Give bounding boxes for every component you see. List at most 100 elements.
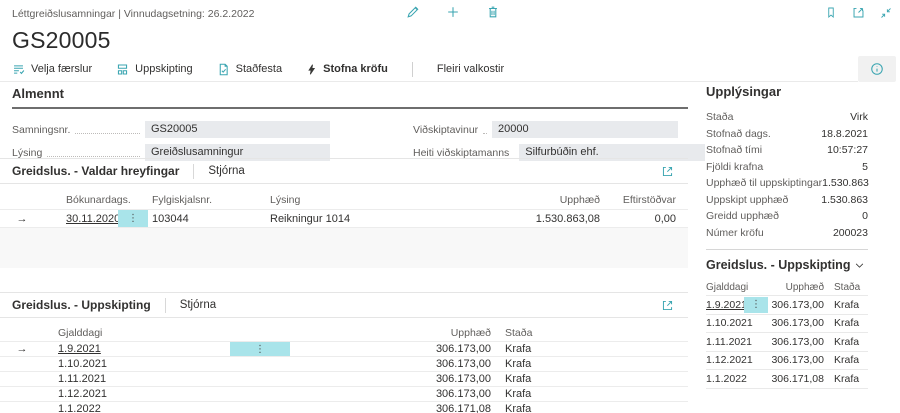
amount[interactable]: 306.173,00 bbox=[768, 299, 824, 311]
action-velja-faerslur[interactable]: Velja færslur bbox=[12, 63, 92, 76]
remaining-amount[interactable]: 0,00 bbox=[600, 213, 676, 225]
section-title[interactable]: Greidslus. - Valdar hreyfingar bbox=[12, 164, 179, 178]
document-no[interactable]: 103044 bbox=[148, 213, 270, 225]
general-fields: Samningsnr. GS20005 Lýsing Greiðslusamni… bbox=[12, 121, 688, 161]
section-general-heading[interactable]: Almennt bbox=[12, 86, 688, 109]
toolbar-divider bbox=[412, 62, 413, 77]
subtable-row[interactable]: 1.1.2022 306.171,08 Krafa bbox=[706, 370, 868, 389]
col-gjalddagi[interactable]: Gjalddagi bbox=[44, 327, 230, 339]
subtable-row[interactable]: 1.10.2021 306.173,00 Krafa bbox=[706, 315, 868, 334]
amount[interactable]: 306.173,00 bbox=[768, 336, 824, 348]
open-in-new-window-button[interactable] bbox=[852, 6, 865, 19]
split-icon bbox=[116, 63, 129, 76]
due-date-link[interactable]: 1.9.2021 bbox=[706, 299, 747, 311]
section-header: Greidslus. - Uppskipting Stjórna bbox=[0, 292, 688, 318]
posting-date-link[interactable]: 30.11.2020 bbox=[66, 213, 120, 225]
action-uppskipting[interactable]: Uppskipting bbox=[116, 63, 192, 76]
col-upphaed[interactable]: Upphæð bbox=[480, 194, 600, 206]
delete-button[interactable] bbox=[486, 5, 500, 19]
field-value-vidskiptavinur[interactable]: 20000 bbox=[492, 121, 678, 138]
due-date[interactable]: 1.12.2021 bbox=[706, 354, 744, 366]
amount[interactable]: 306.173,00 bbox=[290, 373, 491, 385]
field-value-samningsnr[interactable]: GS20005 bbox=[145, 121, 330, 138]
status[interactable]: Krafa bbox=[834, 336, 868, 348]
due-date[interactable]: 1.1.2022 bbox=[706, 373, 744, 385]
amount[interactable]: 1.530.863,08 bbox=[480, 213, 600, 225]
page-title: GS20005 bbox=[12, 27, 111, 54]
subtable-row[interactable]: 1.11.2021 306.173,00 Krafa bbox=[706, 333, 868, 352]
table-row[interactable]: 1.11.2021 306.173,00 Krafa bbox=[0, 372, 688, 387]
col-gjalddagi[interactable]: Gjalddagi bbox=[706, 282, 744, 293]
due-date-link[interactable]: 1.9.2021 bbox=[58, 343, 101, 355]
fact-fjoldi-krafna: Fjöldi krafna 5 bbox=[706, 159, 868, 176]
edit-button[interactable] bbox=[406, 5, 420, 19]
bookmark-icon bbox=[825, 6, 837, 19]
amount[interactable]: 306.173,00 bbox=[290, 358, 491, 370]
action-fleiri-valkostir[interactable]: Fleiri valkostir bbox=[437, 63, 504, 75]
due-date[interactable]: 1.12.2021 bbox=[44, 388, 230, 400]
status[interactable]: Krafa bbox=[505, 343, 676, 355]
due-date[interactable]: 1.11.2021 bbox=[44, 373, 230, 385]
amount[interactable]: 306.173,00 bbox=[290, 388, 491, 400]
focus-mode-button[interactable] bbox=[661, 299, 674, 312]
amount[interactable]: 306.173,00 bbox=[290, 343, 491, 355]
focus-mode-button[interactable] bbox=[661, 165, 674, 178]
col-fylgiskjalsnr[interactable]: Fylgiskjalsnr. bbox=[148, 194, 270, 206]
amount[interactable]: 306.173,00 bbox=[768, 354, 824, 366]
amount[interactable]: 306.173,00 bbox=[768, 317, 824, 329]
action-label: Stofna kröfu bbox=[323, 63, 388, 75]
section-title[interactable]: Greidslus. - Uppskipting bbox=[12, 298, 151, 312]
lightning-icon bbox=[306, 63, 317, 76]
status[interactable]: Krafa bbox=[505, 403, 676, 413]
row-menu-button[interactable]: ⋮ bbox=[118, 210, 148, 227]
resize-window-button[interactable] bbox=[880, 6, 892, 19]
amount[interactable]: 306.171,08 bbox=[768, 373, 824, 385]
col-eftirstodvar[interactable]: Eftirstöðvar bbox=[600, 194, 676, 206]
row-menu-button[interactable]: ⋮ bbox=[744, 297, 768, 313]
subtable-row[interactable]: 1.9.2021 ⋮ 306.173,00 Krafa bbox=[706, 296, 868, 315]
table-row[interactable]: 1.10.2021 306.173,00 Krafa bbox=[0, 357, 688, 372]
manage-button[interactable]: Stjórna bbox=[180, 299, 216, 311]
status[interactable]: Krafa bbox=[505, 388, 676, 400]
action-stofna-krofu[interactable]: Stofna kröfu bbox=[306, 63, 388, 76]
selected-row-arrow-icon: → bbox=[0, 213, 44, 225]
factbox-subtable-heading[interactable]: Greidslus. - Uppskipting bbox=[706, 258, 868, 272]
table-row[interactable]: 1.1.2022 306.171,08 Krafa bbox=[0, 402, 688, 413]
col-lysing[interactable]: Lýsing bbox=[270, 194, 480, 206]
action-label: Velja færslur bbox=[31, 63, 92, 75]
col-stada[interactable]: Staða bbox=[834, 282, 868, 293]
expand-icon bbox=[661, 165, 674, 178]
details-panel-button[interactable] bbox=[858, 56, 896, 82]
table-row[interactable]: → 1.9.2021 ⋮ 306.173,00 Krafa bbox=[0, 342, 688, 357]
status[interactable]: Krafa bbox=[834, 354, 868, 366]
fact-stada: Staða Virk bbox=[706, 109, 868, 126]
due-date[interactable]: 1.10.2021 bbox=[44, 358, 230, 370]
subtable-row[interactable]: 1.12.2021 306.173,00 Krafa bbox=[706, 352, 868, 371]
bookmark-button[interactable] bbox=[825, 6, 837, 19]
manage-button[interactable]: Stjórna bbox=[208, 165, 244, 177]
status[interactable]: Krafa bbox=[834, 373, 868, 385]
new-button[interactable] bbox=[446, 5, 460, 19]
col-upphaed[interactable]: Upphæð bbox=[290, 327, 491, 339]
table-row[interactable]: → 30.11.2020 ⋮ 103044 Reikningur 1014 1.… bbox=[0, 210, 688, 228]
status[interactable]: Krafa bbox=[834, 317, 868, 329]
status[interactable]: Krafa bbox=[505, 373, 676, 385]
col-upphaed[interactable]: Upphæð bbox=[768, 282, 824, 293]
col-stada[interactable]: Staða bbox=[505, 327, 676, 339]
status[interactable]: Krafa bbox=[834, 299, 868, 311]
row-menu-button[interactable]: ⋮ bbox=[230, 342, 290, 356]
due-date[interactable]: 1.1.2022 bbox=[44, 403, 230, 413]
popout-icon bbox=[852, 6, 865, 19]
table-empty-area bbox=[0, 228, 688, 268]
collapse-arrows-icon bbox=[880, 7, 892, 19]
status[interactable]: Krafa bbox=[505, 358, 676, 370]
table-row[interactable]: 1.12.2021 306.173,00 Krafa bbox=[0, 387, 688, 402]
due-date[interactable]: 1.11.2021 bbox=[706, 336, 744, 348]
breadcrumb[interactable]: Léttgreiðslusamningar | Vinnudagsetning:… bbox=[12, 8, 254, 20]
section-selected-entries: Greidslus. - Valdar hreyfingar Stjórna B… bbox=[0, 158, 688, 268]
action-stadfesta[interactable]: Staðfesta bbox=[217, 63, 282, 76]
col-bokunardags[interactable]: Bókunardags. bbox=[44, 194, 148, 206]
amount[interactable]: 306.171,08 bbox=[290, 403, 491, 413]
due-date[interactable]: 1.10.2021 bbox=[706, 317, 744, 329]
description[interactable]: Reikningur 1014 bbox=[270, 213, 480, 225]
